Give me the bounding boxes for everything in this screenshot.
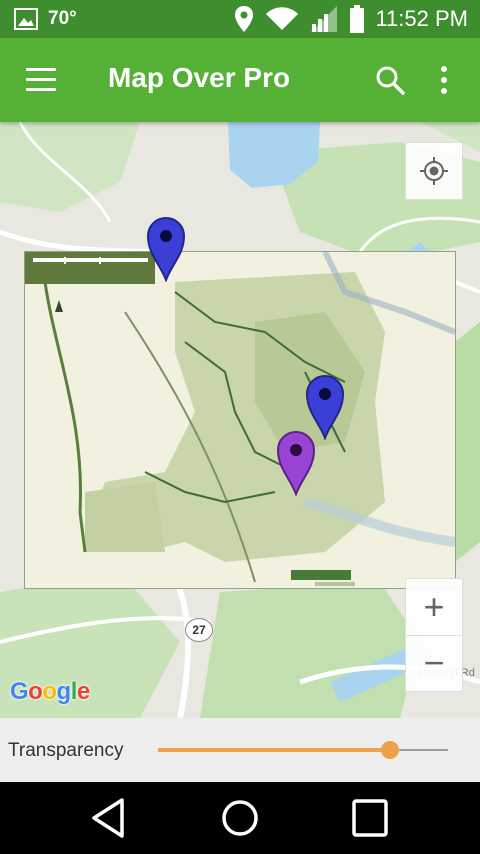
map-view[interactable]: 27 Hospital Rd + − Google — [0, 122, 480, 718]
image-icon — [14, 8, 38, 30]
marker-purple[interactable] — [276, 430, 316, 496]
battery-icon — [350, 5, 365, 33]
signal-icon — [311, 6, 338, 32]
app-toolbar: Map Over Pro — [0, 38, 480, 122]
transparency-slider[interactable] — [158, 741, 448, 759]
slider-fill — [158, 748, 390, 752]
recents-icon — [352, 799, 388, 837]
home-icon — [222, 800, 258, 836]
menu-button[interactable] — [26, 68, 56, 92]
more-options-button[interactable] — [432, 64, 456, 96]
search-button[interactable] — [374, 64, 406, 96]
zoom-in-button[interactable]: + — [406, 579, 462, 636]
search-icon — [376, 66, 405, 95]
google-logo: Google — [10, 678, 90, 705]
transparency-label: Transparency — [8, 740, 124, 761]
marker-blue-top[interactable] — [146, 216, 186, 282]
menu-icon — [26, 68, 56, 71]
home-button[interactable] — [215, 796, 265, 840]
zoom-out-button[interactable]: − — [406, 635, 462, 691]
my-location-button[interactable] — [405, 142, 463, 200]
status-bar: 70° 11:52 PM — [0, 0, 480, 38]
location-icon — [235, 6, 254, 32]
clock-text: 11:52 PM — [375, 6, 468, 31]
transparency-panel: Transparency — [0, 718, 480, 782]
my-location-icon — [420, 157, 448, 185]
zoom-controls: + − — [405, 578, 463, 692]
temperature-text: 70° — [48, 8, 77, 29]
slider-thumb[interactable] — [381, 741, 399, 759]
route-shield-label: 27 — [185, 618, 213, 642]
recents-button[interactable] — [345, 796, 395, 840]
trail-map-image — [25, 250, 457, 588]
back-icon — [92, 798, 124, 838]
app-title: Map Over Pro — [108, 62, 291, 93]
back-button[interactable] — [84, 796, 134, 840]
more-vert-icon — [441, 66, 447, 72]
trail-map-overlay — [25, 250, 457, 588]
wifi-icon — [266, 7, 299, 30]
navigation-bar — [0, 782, 480, 854]
